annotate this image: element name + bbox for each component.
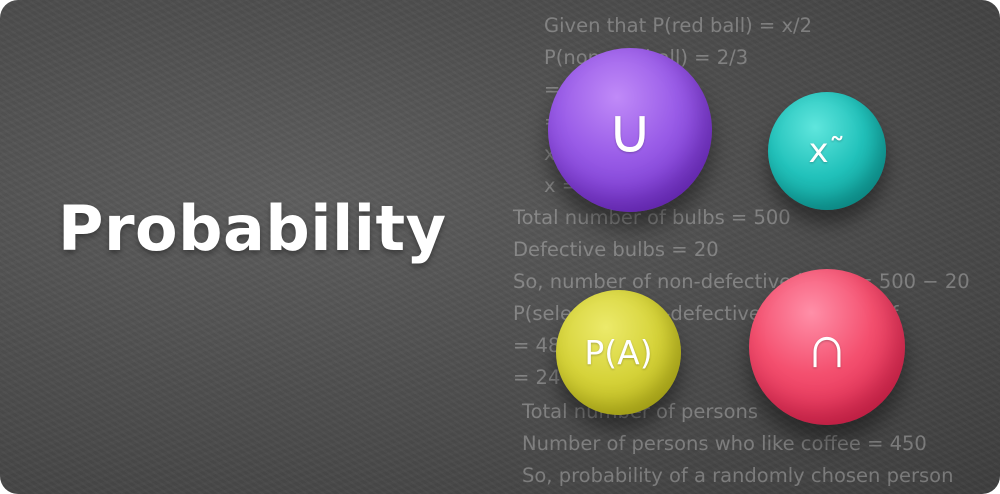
tilde-icon: x˜ [808, 131, 846, 171]
chalk-line: Given that P(red ball) = x/2 [544, 14, 812, 37]
union-symbol-ball: ∪ [548, 48, 712, 212]
intersection-symbol-ball: ∩ [749, 269, 905, 425]
probability-notation-label: P(A) [584, 333, 653, 372]
chalk-line: So, number of non-defective bulbs = 500 … [513, 270, 970, 293]
tilde-symbol-ball: x˜ [768, 92, 886, 210]
chalk-line: Defective bulbs = 20 [513, 238, 719, 261]
page-title: Probability [58, 192, 447, 265]
chalk-line: So, probability of a randomly chosen per… [522, 464, 954, 487]
intersection-icon: ∩ [805, 312, 849, 382]
chalk-line: = 24 [513, 366, 561, 389]
probability-banner: Given that P(red ball) = x/2 P(non-red b… [0, 0, 1000, 494]
union-icon: ∪ [607, 93, 653, 167]
chalk-line: Number of persons who like coffee = 450 [522, 432, 927, 455]
chalk-line: Total number of bulbs = 500 [513, 206, 791, 229]
probability-symbol-ball: P(A) [556, 290, 681, 415]
